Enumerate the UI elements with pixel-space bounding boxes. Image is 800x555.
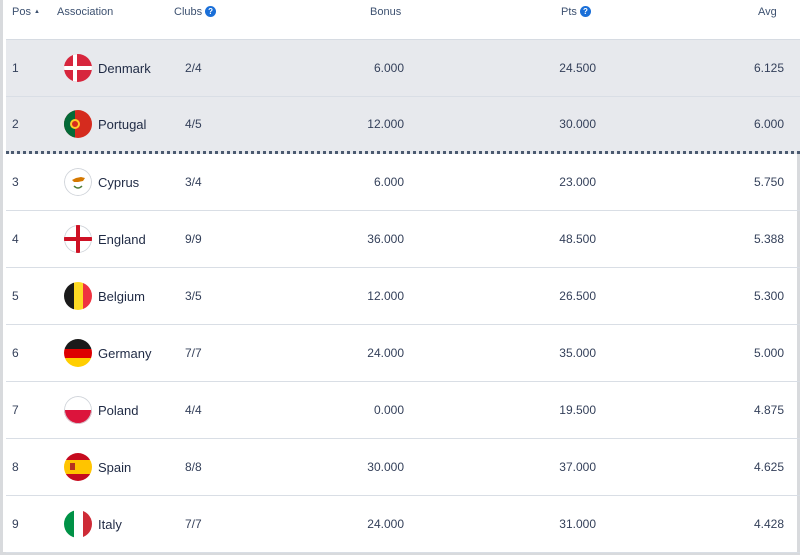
portugal-flag-icon (64, 110, 92, 138)
sort-arrow-icon: ▲ (33, 9, 40, 15)
row-bonus: 24.000 (367, 517, 404, 531)
row-association-name[interactable]: Spain (98, 439, 131, 495)
table-row[interactable]: 8 Spain 8/8 30.000 37.000 4.625 (6, 439, 800, 496)
row-clubs: 7/7 (185, 346, 202, 360)
row-pts: 24.500 (559, 61, 596, 75)
row-clubs: 4/5 (185, 117, 202, 131)
row-pts: 31.000 (559, 517, 596, 531)
row-association-name[interactable]: Poland (98, 382, 138, 438)
england-flag-icon (64, 225, 92, 253)
row-avg: 4.625 (753, 460, 784, 474)
row-bonus: 12.000 (367, 289, 404, 303)
table-row[interactable]: 2 Portugal 4/5 12.000 30.000 6.000 (6, 97, 800, 154)
germany-flag-icon (64, 339, 92, 367)
row-pos: 6 (12, 346, 19, 360)
row-clubs: 3/4 (185, 175, 202, 189)
row-pts: 48.500 (559, 232, 596, 246)
row-avg: 5.000 (753, 346, 784, 360)
row-avg: 5.750 (753, 175, 784, 189)
table-row[interactable]: 3 Cyprus 3/4 6.000 23.000 5.750 (6, 154, 800, 211)
ranking-table: Pos ▲ Association Clubs? Bonus Pts? Avg 1… (0, 0, 800, 555)
row-association-name[interactable]: Italy (98, 496, 122, 552)
cyprus-flag-icon (64, 168, 92, 196)
table-row[interactable]: 5 Belgium 3/5 12.000 26.500 5.300 (6, 268, 800, 325)
help-icon[interactable]: ? (205, 6, 217, 17)
table-row[interactable]: 9 Italy 7/7 24.000 31.000 4.428 (6, 496, 800, 553)
row-clubs: 8/8 (185, 460, 202, 474)
row-pos: 2 (12, 117, 19, 131)
row-association-name[interactable]: Portugal (98, 97, 146, 151)
row-avg: 4.428 (753, 517, 784, 531)
spain-flag-icon (64, 453, 92, 481)
row-avg: 5.300 (753, 289, 784, 303)
header-pts[interactable]: Pts? (561, 6, 591, 18)
row-bonus: 30.000 (367, 460, 404, 474)
header-clubs[interactable]: Clubs? (174, 6, 217, 18)
header-bonus[interactable]: Bonus (370, 6, 401, 18)
header-association[interactable]: Association (57, 6, 113, 18)
row-bonus: 36.000 (367, 232, 404, 246)
poland-flag-icon (64, 396, 92, 424)
help-icon[interactable]: ? (579, 6, 591, 17)
row-pts: 37.000 (559, 460, 596, 474)
row-clubs: 7/7 (185, 517, 202, 531)
row-bonus: 24.000 (367, 346, 404, 360)
row-pts: 19.500 (559, 403, 596, 417)
row-pos: 9 (12, 517, 19, 531)
row-pts: 23.000 (559, 175, 596, 189)
row-avg: 4.875 (753, 403, 784, 417)
table-row[interactable]: 4 England 9/9 36.000 48.500 5.388 (6, 211, 800, 268)
row-association-name[interactable]: Belgium (98, 268, 145, 324)
table-row[interactable]: 6 Germany 7/7 24.000 35.000 5.000 (6, 325, 800, 382)
row-pos: 8 (12, 460, 19, 474)
header-avg[interactable]: Avg (758, 6, 777, 18)
belgium-flag-icon (64, 282, 92, 310)
row-association-name[interactable]: England (98, 211, 146, 267)
row-pos: 4 (12, 232, 19, 246)
row-clubs: 2/4 (185, 61, 202, 75)
row-bonus: 12.000 (367, 117, 404, 131)
row-pos: 7 (12, 403, 19, 417)
row-pos: 5 (12, 289, 19, 303)
table-row[interactable]: 1 Denmark 2/4 6.000 24.500 6.125 (6, 40, 800, 97)
table-row[interactable]: 7 Poland 4/4 0.000 19.500 4.875 (6, 382, 800, 439)
row-bonus: 0.000 (373, 403, 404, 417)
row-pts: 35.000 (559, 346, 596, 360)
row-pts: 30.000 (559, 117, 596, 131)
table-header: Pos ▲ Association Clubs? Bonus Pts? Avg (6, 0, 800, 40)
row-bonus: 6.000 (373, 175, 404, 189)
row-bonus: 6.000 (373, 61, 404, 75)
row-clubs: 9/9 (185, 232, 202, 246)
header-pos[interactable]: Pos ▲ (12, 6, 40, 18)
row-association-name[interactable]: Germany (98, 325, 151, 381)
row-pos: 1 (12, 61, 19, 75)
row-clubs: 4/4 (185, 403, 202, 417)
row-pts: 26.500 (559, 289, 596, 303)
row-association-name[interactable]: Denmark (98, 40, 151, 96)
row-avg: 6.000 (753, 117, 784, 131)
row-avg: 5.388 (753, 232, 784, 246)
row-pos: 3 (12, 175, 19, 189)
row-clubs: 3/5 (185, 289, 202, 303)
denmark-flag-icon (64, 54, 92, 82)
row-association-name[interactable]: Cyprus (98, 154, 139, 210)
italy-flag-icon (64, 510, 92, 538)
row-avg: 6.125 (753, 61, 784, 75)
